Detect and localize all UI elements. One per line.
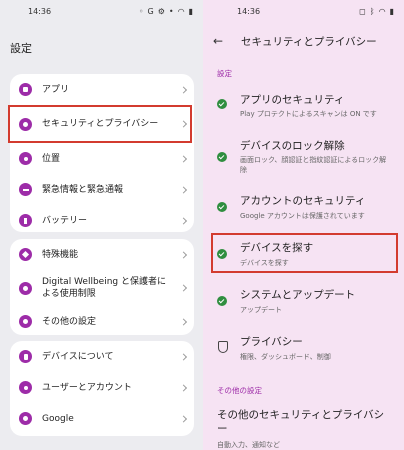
- settings-item-label: Digital Wellbeing と保護者による使用制限: [42, 277, 166, 299]
- back-arrow-icon[interactable]: ←: [213, 34, 235, 48]
- settings-item-label: その他の設定: [42, 316, 97, 327]
- settings-item-label: バッテリー: [42, 215, 88, 226]
- check-circle-icon: [217, 202, 227, 212]
- gear-icon: ⚙: [157, 6, 165, 16]
- section-header-other: その他の設定: [217, 386, 262, 395]
- battery-icon: [19, 214, 32, 227]
- settings-item-apps[interactable]: アプリ: [10, 74, 194, 105]
- highlight-box: [211, 233, 398, 273]
- settings-item-label: 特殊機能: [42, 249, 79, 260]
- apps-icon: [19, 83, 32, 96]
- google-icon: [19, 412, 32, 425]
- status-bar: 14:36 ◻ ᛒ ◠ ▮: [203, 0, 404, 22]
- chevron-right-icon: [179, 383, 188, 392]
- item-subtitle: アップデート: [240, 306, 282, 314]
- settings-item-label: 位置: [42, 153, 61, 164]
- check-circle-icon: [217, 99, 227, 109]
- status-bar: 14:36 ◦ G ⚙ • ◠ ▮: [0, 0, 203, 22]
- page-title: 設定: [10, 42, 32, 55]
- item-subtitle: 自動入力、通知など: [217, 441, 280, 449]
- check-circle-icon: [217, 296, 227, 306]
- status-time: 14:36: [28, 6, 52, 16]
- dot-icon: •: [168, 6, 174, 16]
- chevron-right-icon: [179, 185, 188, 194]
- settings-item-accessibility[interactable]: 特殊機能: [10, 239, 194, 270]
- settings-item-label: ユーザーとアカウント: [42, 382, 132, 393]
- battery-icon: ▮: [389, 6, 394, 16]
- chevron-right-icon: [179, 154, 188, 163]
- chevron-right-icon: [179, 250, 188, 259]
- item-title: その他のセキュリティとプライバシー: [217, 409, 385, 435]
- bluetooth-icon: ᛒ: [369, 6, 375, 16]
- chevron-right-icon: [179, 317, 188, 326]
- settings-item-about[interactable]: デバイスについて: [10, 341, 194, 372]
- settings-item-label: デバイスについて: [42, 351, 114, 362]
- security-privacy-panel: 14:36 ◻ ᛒ ◠ ▮ ← セキュリティとプライバシー 設定 アプリのセキュ…: [203, 0, 404, 450]
- chevron-right-icon: [179, 85, 188, 94]
- status-time: 14:36: [237, 6, 261, 16]
- settings-item-label: Google: [42, 413, 74, 424]
- highlight-box: [8, 105, 192, 143]
- gear-icon: [19, 315, 32, 328]
- wifi-icon: ◠: [378, 6, 386, 16]
- settings-item-battery[interactable]: バッテリー: [10, 205, 194, 232]
- circle-g-icon: G: [147, 6, 154, 16]
- settings-card-1: アプリ セキュリティとプライバシー 位置 緊急情報と緊急通報 バッテリー: [10, 74, 194, 232]
- settings-card-3: デバイスについて ユーザーとアカウント Google: [10, 341, 194, 436]
- page-title: セキュリティとプライバシー: [241, 35, 377, 48]
- item-title: プライバシー: [240, 336, 303, 348]
- phone-icon: [19, 350, 32, 363]
- item-title: アカウントのセキュリティ: [240, 195, 366, 207]
- item-subtitle: 権限、ダッシュボード、制御: [240, 353, 331, 361]
- settings-item-location[interactable]: 位置: [10, 143, 194, 174]
- settings-item-users[interactable]: ユーザーとアカウント: [10, 372, 194, 403]
- item-subtitle: Play プロテクトによるスキャンは ON です: [240, 110, 377, 118]
- chevron-right-icon: [179, 216, 188, 225]
- settings-panel: 14:36 ◦ G ⚙ • ◠ ▮ 設定 アプリ セキュリティとプライバシー 位…: [0, 0, 203, 450]
- item-title: デバイスのロック解除: [240, 140, 345, 152]
- chevron-right-icon: [179, 352, 188, 361]
- item-title: アプリのセキュリティ: [240, 94, 345, 106]
- item-subtitle: 画面ロック、顔認証と指紋認証によるロック解除: [240, 156, 387, 174]
- item-title: システムとアップデート: [240, 289, 356, 301]
- location-icon: [19, 152, 32, 165]
- check-circle-icon: [217, 152, 227, 162]
- battery-icon: ▮: [188, 6, 193, 16]
- chevron-right-icon: [179, 414, 188, 423]
- user-icon: [19, 381, 32, 394]
- item-subtitle: Google アカウントは保護されています: [240, 212, 365, 220]
- notification-icon: ◻: [359, 6, 366, 16]
- settings-item-label: 緊急情報と緊急通報: [42, 184, 124, 195]
- star-icon: [19, 248, 32, 261]
- signal-icon: ◦: [138, 6, 144, 16]
- wellbeing-icon: [19, 281, 32, 295]
- settings-item-emergency[interactable]: 緊急情報と緊急通報: [10, 174, 194, 205]
- settings-item-google[interactable]: Google: [10, 403, 194, 434]
- settings-card-2: 特殊機能 Digital Wellbeing と保護者による使用制限 その他の設…: [10, 239, 194, 335]
- section-header-settings: 設定: [217, 69, 232, 78]
- settings-item-label: アプリ: [42, 84, 70, 95]
- wifi-icon: ◠: [177, 6, 185, 16]
- app-header: ← セキュリティとプライバシー: [203, 26, 404, 56]
- chevron-right-icon: [179, 284, 188, 292]
- privacy-shield-icon: [218, 341, 228, 353]
- settings-item-other[interactable]: その他の設定: [10, 306, 194, 335]
- settings-item-wellbeing[interactable]: Digital Wellbeing と保護者による使用制限: [10, 270, 194, 306]
- emergency-icon: [19, 183, 32, 196]
